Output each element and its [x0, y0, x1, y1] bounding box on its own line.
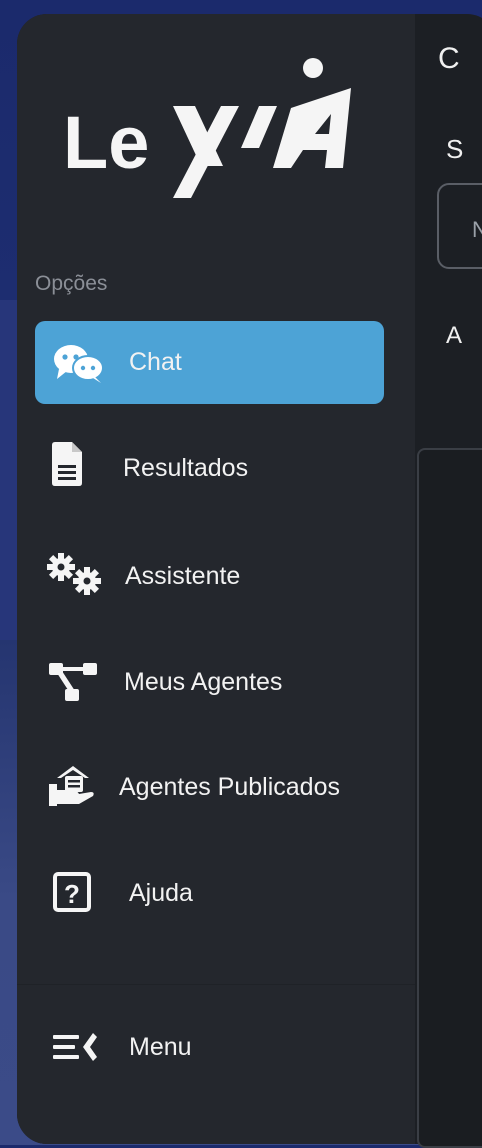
sidebar: Le Opções Chat Resultados Assistente Meu…: [17, 14, 415, 1144]
sidebar-item-label: Chat: [129, 348, 182, 376]
sidebar-item-agentes-publicados[interactable]: Agentes Publicados: [35, 746, 384, 829]
svg-text:Le: Le: [63, 101, 149, 184]
sidebar-item-label: Assistente: [125, 562, 241, 590]
chat-bubbles-icon: [53, 343, 105, 383]
publish-hand-icon: [49, 762, 97, 808]
sidebar-item-label: Ajuda: [129, 879, 193, 907]
sidebar-item-assistente[interactable]: Assistente: [35, 535, 384, 618]
sidebar-item-meus-agentes[interactable]: Meus Agentes: [35, 641, 384, 724]
sidebar-item-label: Resultados: [123, 454, 249, 482]
sidebar-item-label: Meus Agentes: [124, 668, 283, 696]
sidebar-item-label: Agentes Publicados: [119, 773, 340, 801]
section-heading: S: [446, 134, 464, 164]
app-window: Le Opções Chat Resultados Assistente Meu…: [17, 14, 482, 1144]
sidebar-divider: [17, 984, 415, 985]
options-section-label: Opções: [35, 272, 108, 295]
network-icon: [49, 661, 99, 703]
field-label: A: [446, 322, 463, 349]
help-icon: ?: [53, 872, 91, 912]
sidebar-item-resultados[interactable]: Resultados: [35, 427, 384, 510]
main-select-value: N: [472, 217, 482, 242]
lexia-logo: Le: [63, 58, 351, 198]
svg-text:?: ?: [64, 879, 80, 909]
menu-label: Menu: [129, 1033, 192, 1061]
sidebar-item-ajuda[interactable]: ? Ajuda: [35, 852, 384, 935]
page-title: C: [438, 42, 460, 75]
menu-collapse-icon: [53, 1033, 99, 1061]
menu-toggle-button[interactable]: Menu: [35, 1006, 384, 1089]
chat-panel[interactable]: [417, 448, 482, 1148]
sidebar-item-chat[interactable]: Chat: [35, 321, 384, 404]
gears-icon: [47, 553, 105, 597]
document-icon: [50, 441, 84, 487]
